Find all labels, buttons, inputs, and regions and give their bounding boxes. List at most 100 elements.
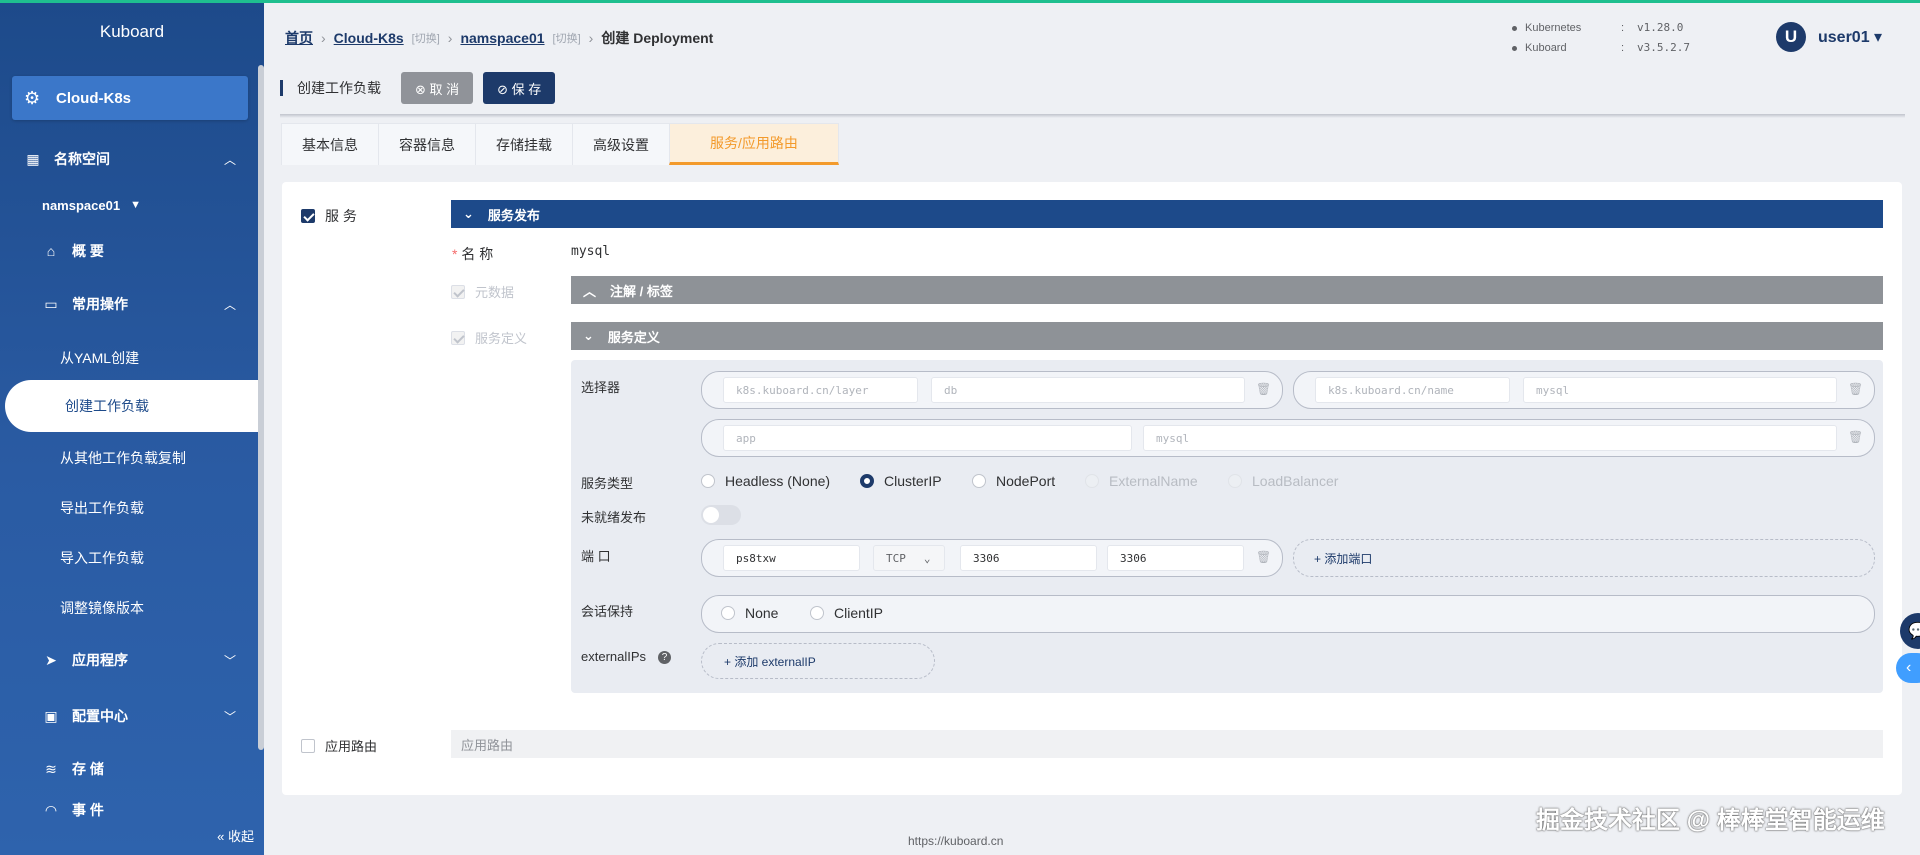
trash-icon[interactable]: 🗑 [1256, 550, 1271, 564]
sidebar-item-config[interactable]: ▣ 配置中心 ﹀ [0, 696, 264, 736]
chevron-up-icon: ︿ [583, 283, 597, 299]
tab-advanced[interactable]: 高级设置 [572, 123, 670, 165]
service-checkbox[interactable]: 服 务 [301, 206, 357, 226]
add-port-button[interactable]: + 添加端口 [1293, 539, 1875, 577]
sidebar-subitem-export[interactable]: 导出工作负载 [60, 498, 144, 518]
save-button[interactable]: ⊘ 保 存 [483, 72, 556, 104]
cancel-button[interactable]: ⊗ 取 消 [401, 72, 474, 104]
selector-value-input[interactable]: mysql [1523, 377, 1837, 403]
radio-clusterip[interactable]: ClusterIP [860, 473, 942, 489]
metadata-checkbox: 元数据 [451, 282, 514, 301]
version-label: Kuboard [1525, 42, 1567, 54]
radio-icon [701, 474, 715, 488]
title-marker [280, 80, 283, 96]
selector-key-input[interactable]: k8s.kuboard.cn/name [1315, 377, 1510, 403]
service-definition-header[interactable]: ⌄ 服务定义 [571, 322, 1883, 350]
route-checkbox[interactable]: 应用路由 [301, 736, 377, 755]
section-title: 注解 / 标签 [610, 283, 673, 299]
sidebar-subitem-image-version[interactable]: 调整镜像版本 [60, 598, 144, 618]
add-external-ip-button[interactable]: + 添加 externalIP [701, 643, 935, 679]
tab-storage-mount[interactable]: 存储挂载 [475, 123, 573, 165]
cluster-name: Cloud-K8s [56, 89, 131, 107]
tab-service-route[interactable]: 服务/应用路由 [669, 123, 839, 165]
top-accent-line [0, 0, 1920, 3]
port-name-input[interactable]: ps8txw [723, 545, 860, 571]
service-checkbox-label: 服 务 [325, 208, 357, 224]
sidebar-item-label: 名称空间 [54, 151, 110, 167]
port-input[interactable]: 3306 [960, 545, 1097, 571]
external-ips-label: externalIPs? [581, 649, 672, 665]
breadcrumb-home[interactable]: 首页 [285, 28, 313, 48]
namespace-dropdown[interactable]: namspace01 ▼ [0, 185, 264, 225]
selector-key-input[interactable]: k8s.kuboard.cn/layer [723, 377, 918, 403]
help-icon[interactable]: ? [658, 651, 672, 665]
sidebar: Kuboard ⚙ Cloud-K8s ▦ 名称空间 ︿ namspace01 … [0, 0, 264, 855]
radio-session-clientip[interactable]: ClientIP [810, 605, 883, 621]
annotations-header[interactable]: ︿ 注解 / 标签 [571, 276, 1883, 304]
definition-checkbox: 服务定义 [451, 328, 527, 347]
selector-value-input[interactable]: mysql [1143, 425, 1837, 451]
service-name-value: mysql [571, 244, 611, 259]
sidebar-item-label: 概 要 [72, 243, 104, 259]
target-port-input[interactable]: 3306 [1107, 545, 1244, 571]
namespace-name: namspace01 [42, 197, 121, 213]
radio-headless[interactable]: Headless (None) [701, 473, 830, 489]
caret-down-icon: ▼ [130, 199, 141, 211]
chevron-up-icon: ︿ [223, 152, 236, 167]
sidebar-item-apps[interactable]: ➤ 应用程序 ﹀ [0, 640, 264, 680]
sidebar-item-label: 存 储 [72, 761, 104, 777]
sidebar-subitem-create-workload[interactable]: 创建工作负载 [5, 380, 259, 432]
cluster-selector[interactable]: ⚙ Cloud-K8s [12, 76, 248, 120]
unready-toggle[interactable] [701, 505, 741, 525]
checkbox-checked-icon [301, 209, 315, 223]
sidebar-subitem-copy[interactable]: 从其他工作负载复制 [60, 448, 186, 468]
sidebar-item-namespace[interactable]: ▦ 名称空间 ︿ [0, 139, 264, 179]
collapse-button[interactable]: « 收起 [217, 826, 254, 845]
trash-icon[interactable]: 🗑 [1848, 382, 1863, 396]
sidebar-item-events[interactable]: ◠ 事 件 [0, 798, 264, 822]
selector-value-input[interactable]: db [931, 377, 1245, 403]
version-kuboard: Kuboard: v3.5.2.7 [1512, 41, 1690, 54]
tab-basic-info[interactable]: 基本信息 [281, 123, 379, 165]
radio-icon [1228, 474, 1242, 488]
sidebar-item-label: 事 件 [72, 802, 104, 818]
sidebar-item-overview[interactable]: ⌂ 概 要 [0, 231, 264, 271]
chevron-down-icon: ⌄ [923, 551, 931, 565]
user-menu[interactable]: U user01 ▾ [1776, 22, 1882, 52]
radio-label: ExternalName [1109, 473, 1198, 489]
radio-icon [1085, 474, 1099, 488]
radio-nodeport[interactable]: NodePort [972, 473, 1055, 489]
definition-label: 服务定义 [475, 331, 528, 346]
service-publish-header[interactable]: ⌄ 服务发布 [451, 200, 1883, 228]
chat-icon[interactable]: 💬 [1900, 613, 1920, 649]
sidebar-item-storage[interactable]: ≋ 存 储 [0, 749, 264, 789]
tab-container-info[interactable]: 容器信息 [378, 123, 476, 165]
chevron-up-icon: ︿ [223, 297, 236, 312]
protocol-select[interactable]: TCP ⌄ [873, 545, 945, 571]
breadcrumb-namespace[interactable]: namspace01 [460, 30, 544, 46]
footer-link[interactable]: https://kuboard.cn [908, 834, 1003, 848]
user-name: user01 ▾ [1818, 29, 1883, 46]
bullet-icon [1512, 45, 1517, 51]
trash-icon[interactable]: 🗑 [1256, 382, 1271, 396]
version-value: v3.5.2.7 [1637, 41, 1690, 54]
session-label: 会话保持 [581, 604, 634, 619]
sidebar-item-common-ops[interactable]: ▭ 常用操作 ︿ [0, 284, 264, 324]
sidebar-scrollbar[interactable] [258, 65, 264, 750]
breadcrumb-cluster[interactable]: Cloud-K8s [334, 30, 404, 46]
chevron-down-icon: ﹀ [223, 709, 236, 724]
breadcrumb-switch-namespace[interactable]: [切换] [553, 30, 581, 46]
sidebar-subitem-yaml[interactable]: 从YAML创建 [60, 348, 139, 368]
section-title: 服务定义 [607, 329, 660, 345]
trash-icon[interactable]: 🗑 [1848, 430, 1863, 444]
breadcrumb-switch-cluster[interactable]: [切换] [412, 30, 440, 46]
radio-label: LoadBalancer [1252, 473, 1339, 489]
chevron-down-icon: ⌄ [463, 206, 474, 221]
service-type-label: 服务类型 [581, 476, 634, 491]
sidebar-subitem-import[interactable]: 导入工作负载 [60, 548, 144, 568]
selector-key-input[interactable]: app [723, 425, 1132, 451]
section-title: 服务发布 [487, 207, 540, 223]
radio-session-none[interactable]: None [721, 605, 778, 621]
version-kubernetes: Kubernetes: v1.28.0 [1512, 21, 1683, 34]
chevron-left-icon[interactable]: ‹ [1896, 653, 1920, 683]
